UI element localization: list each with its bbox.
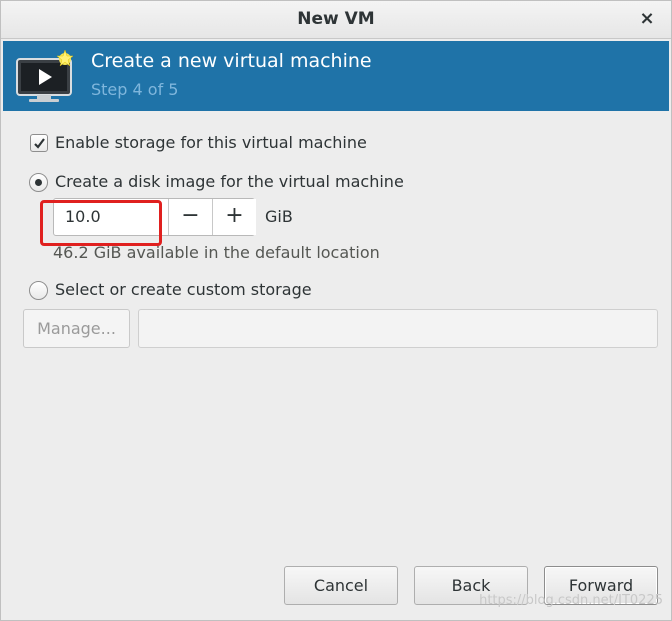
wizard-banner: Create a new virtual machine Step 4 of 5	[3, 41, 669, 111]
checkmark-icon	[34, 138, 45, 149]
increment-button[interactable]: +	[212, 199, 256, 235]
vm-monitor-icon	[15, 49, 77, 105]
radio-selected-dot	[35, 179, 42, 186]
title-bar: New VM ×	[1, 1, 671, 39]
disk-size-spinbox: 10.0 − +	[53, 198, 256, 236]
custom-storage-path-input[interactable]	[138, 309, 658, 348]
available-space-hint: 46.2 GiB available in the default locati…	[53, 243, 380, 262]
enable-storage-checkbox[interactable]	[30, 134, 48, 152]
custom-storage-radio[interactable]	[29, 281, 48, 300]
disk-size-input[interactable]: 10.0	[54, 199, 168, 235]
close-icon[interactable]: ×	[635, 7, 659, 31]
cancel-button[interactable]: Cancel	[284, 566, 398, 605]
size-unit: GiB	[265, 207, 293, 226]
disk-image-label: Create a disk image for the virtual mach…	[55, 172, 404, 191]
window-title: New VM	[297, 9, 375, 29]
wizard-heading: Create a new virtual machine	[91, 50, 372, 72]
disk-image-radio[interactable]	[29, 173, 48, 192]
manage-button[interactable]: Manage...	[23, 309, 130, 348]
wizard-step: Step 4 of 5	[91, 80, 179, 99]
new-vm-dialog: New VM × Create a new virtual machine St…	[0, 0, 672, 621]
enable-storage-label: Enable storage for this virtual machine	[55, 133, 367, 152]
watermark: https://blog.csdn.net/IT0225	[479, 593, 663, 608]
custom-storage-label: Select or create custom storage	[55, 280, 312, 299]
decrement-button[interactable]: −	[168, 199, 212, 235]
